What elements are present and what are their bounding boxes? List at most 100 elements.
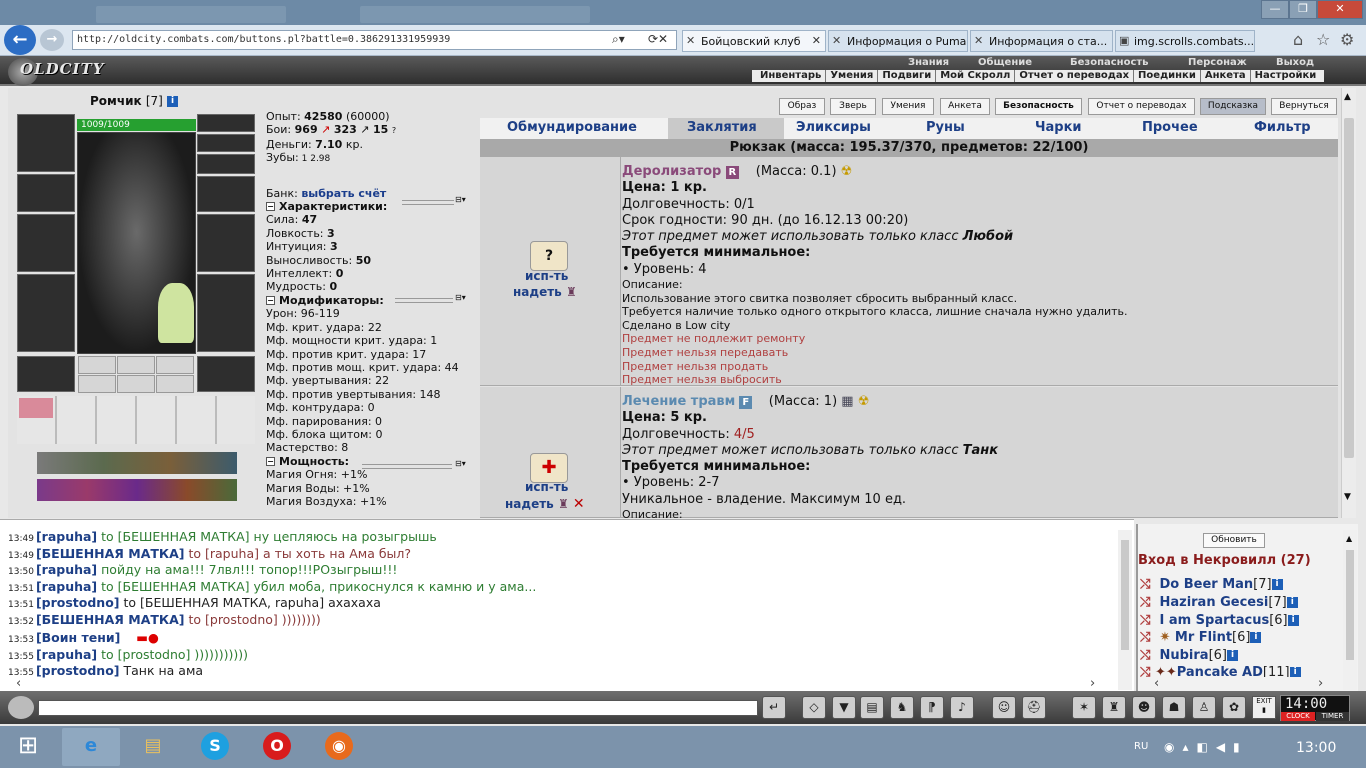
button-pet[interactable]: Зверь bbox=[830, 98, 876, 115]
submenu-battles[interactable]: Поединки bbox=[1134, 70, 1201, 82]
collapse-icon[interactable]: − bbox=[266, 202, 275, 212]
sound-icon[interactable]: ♪ bbox=[950, 696, 974, 719]
use-item-link[interactable]: исп-ть bbox=[525, 269, 568, 283]
equip-item-link[interactable]: надеть ♜ ✕ bbox=[505, 496, 585, 512]
exit-button[interactable]: EXIT ▮ bbox=[1252, 696, 1276, 719]
small-slot[interactable] bbox=[78, 375, 116, 393]
menu-character[interactable]: Персонаж bbox=[1188, 57, 1247, 68]
private-message-icon[interactable]: ⤭ bbox=[1140, 665, 1150, 677]
collapse-icon[interactable]: − bbox=[266, 456, 275, 466]
clear-eraser-icon[interactable]: ◇ bbox=[802, 696, 826, 719]
button-security[interactable]: Безопасность bbox=[995, 98, 1082, 115]
save-log-icon[interactable]: ▤ bbox=[860, 696, 884, 719]
effects-row-2[interactable] bbox=[37, 479, 237, 501]
online-user[interactable]: ⤭ I am Spartacus[6] i bbox=[1140, 613, 1299, 628]
minimize-button[interactable]: — bbox=[1261, 0, 1289, 19]
section-toggle-icons[interactable]: ⊟▾ bbox=[455, 459, 466, 468]
refresh-button[interactable]: Обновить bbox=[1203, 533, 1265, 548]
favorites-star-icon[interactable]: ☆ bbox=[1316, 30, 1330, 49]
send-icon[interactable]: ↵ bbox=[762, 696, 786, 719]
online-user[interactable]: ⤭ ✦✦Pancake AD[11] i bbox=[1140, 665, 1301, 677]
leggings-slot[interactable] bbox=[197, 274, 255, 352]
button-profile[interactable]: Анкета bbox=[940, 98, 990, 115]
submenu-profile[interactable]: Анкета bbox=[1201, 70, 1251, 82]
use-item-link[interactable]: исп-ть bbox=[525, 480, 568, 494]
online-user[interactable]: ⤭ ✷ Mr Flint[6] i bbox=[1140, 630, 1262, 645]
scroll-right-icon[interactable]: › bbox=[1090, 676, 1095, 691]
online-user[interactable]: ⤭ Nubira[6] i bbox=[1140, 648, 1238, 663]
private-message-icon[interactable]: ⤭ bbox=[1140, 630, 1150, 645]
armor-slot[interactable] bbox=[17, 274, 75, 352]
effects-row-1[interactable] bbox=[37, 452, 237, 474]
file-explorer-icon[interactable]: ▤ bbox=[124, 728, 182, 766]
clan-icon[interactable]: ☻ bbox=[1132, 696, 1156, 719]
taskbar-clock[interactable]: 13:00 bbox=[1296, 740, 1336, 756]
button-skills[interactable]: Умения bbox=[882, 98, 934, 115]
page-scrollbar[interactable]: ▲ ▼ bbox=[1341, 88, 1356, 518]
info-icon[interactable]: i bbox=[1226, 650, 1238, 661]
restore-button[interactable]: ❐ bbox=[1289, 0, 1317, 19]
scroll-left-icon[interactable]: ‹ bbox=[16, 676, 21, 691]
submenu-transfer-report[interactable]: Отчет о переводах bbox=[1015, 70, 1135, 82]
close-tab-icon[interactable]: ✕ bbox=[812, 34, 821, 47]
small-slot[interactable] bbox=[156, 375, 194, 393]
button-return[interactable]: Вернуться bbox=[1271, 98, 1337, 115]
gloves-slot[interactable] bbox=[197, 176, 255, 212]
small-slot[interactable] bbox=[117, 375, 155, 393]
chat-mode-icon[interactable] bbox=[8, 696, 34, 719]
scroll-slots[interactable] bbox=[17, 396, 255, 444]
info-icon[interactable]: i bbox=[1250, 632, 1262, 643]
forward-arrow-icon[interactable]: → bbox=[40, 29, 64, 51]
settings-gear-icon[interactable]: ⚙ bbox=[1340, 30, 1354, 49]
amulet-slot[interactable] bbox=[197, 134, 255, 152]
tab-runes[interactable]: Руны bbox=[926, 120, 965, 135]
tab-filter[interactable]: Фильтр bbox=[1254, 120, 1311, 135]
private-message-icon[interactable]: ⤭ bbox=[1140, 595, 1150, 610]
section-toggle-icons[interactable]: ⊟▾ bbox=[455, 195, 466, 204]
info-icon[interactable]: i bbox=[1287, 615, 1299, 626]
private-message-icon[interactable]: ⤭ bbox=[1140, 648, 1150, 663]
tab-info-puma[interactable]: ✕ Информация о Puma bbox=[828, 30, 968, 52]
info-icon[interactable]: i bbox=[1286, 597, 1298, 608]
menu-exit[interactable]: Выход bbox=[1276, 57, 1314, 68]
rings-slot[interactable] bbox=[197, 154, 255, 174]
boots-slot[interactable] bbox=[197, 356, 255, 392]
warrior-icon[interactable]: ☗ bbox=[1162, 696, 1186, 719]
private-icon[interactable]: ⁋ bbox=[920, 696, 944, 719]
submenu-my-scroll[interactable]: Мой Скролл bbox=[936, 70, 1016, 82]
filter-icon[interactable]: ▼ bbox=[832, 696, 856, 719]
scroll-icon[interactable] bbox=[19, 398, 53, 418]
menu-communication[interactable]: Общение bbox=[978, 57, 1032, 68]
button-transfer-report[interactable]: Отчет о переводах bbox=[1088, 98, 1195, 115]
scroll-down-icon[interactable]: ▼ bbox=[1344, 492, 1351, 502]
tab-charms[interactable]: Чарки bbox=[1035, 120, 1082, 135]
button-hint[interactable]: Подсказка bbox=[1200, 98, 1266, 115]
small-slot[interactable] bbox=[156, 356, 194, 374]
menu-security[interactable]: Безопасность bbox=[1070, 57, 1149, 68]
tab-fight-club[interactable]: ✕ Бойцовский клуб ✕ bbox=[682, 30, 826, 52]
scroll-left-icon[interactable]: ‹ bbox=[1154, 676, 1159, 691]
earrings-slot[interactable] bbox=[197, 114, 255, 132]
online-user[interactable]: ⤭ Haziran Gecesi[7] i bbox=[1140, 595, 1298, 610]
skype-icon[interactable]: S bbox=[186, 728, 244, 766]
submenu-inventory[interactable]: Инвентарь bbox=[756, 70, 827, 82]
firefox-icon[interactable]: ◉ bbox=[310, 728, 368, 766]
bottle-icon[interactable]: ♜ bbox=[1102, 696, 1126, 719]
choose-account-link[interactable]: выбрать счёт bbox=[301, 187, 386, 200]
chat-scrollbar[interactable] bbox=[1118, 530, 1132, 690]
back-arrow-icon[interactable]: ← bbox=[4, 25, 36, 55]
helmet-icon[interactable]: ⛑ bbox=[1022, 696, 1046, 719]
private-message-icon[interactable]: ⤭ bbox=[1140, 577, 1150, 592]
chat-input[interactable] bbox=[38, 700, 758, 716]
item-name[interactable]: Лечение травм bbox=[622, 394, 735, 409]
item-name[interactable]: Деролизатор bbox=[622, 164, 721, 179]
internet-explorer-icon[interactable]: e bbox=[62, 728, 120, 766]
delete-x-icon[interactable]: ✕ bbox=[573, 496, 585, 512]
info-icon[interactable]: i bbox=[167, 96, 179, 107]
equip-item-link[interactable]: надеть ♜ bbox=[513, 285, 577, 299]
private-message-icon[interactable]: ⤭ bbox=[1140, 613, 1150, 628]
tab-img-scrolls[interactable]: ▣ img.scrolls.combats.... bbox=[1115, 30, 1255, 52]
scroll-up-icon[interactable]: ▲ bbox=[1346, 534, 1352, 543]
collapse-icon[interactable]: − bbox=[266, 296, 275, 306]
info-icon[interactable]: i bbox=[1289, 667, 1301, 677]
